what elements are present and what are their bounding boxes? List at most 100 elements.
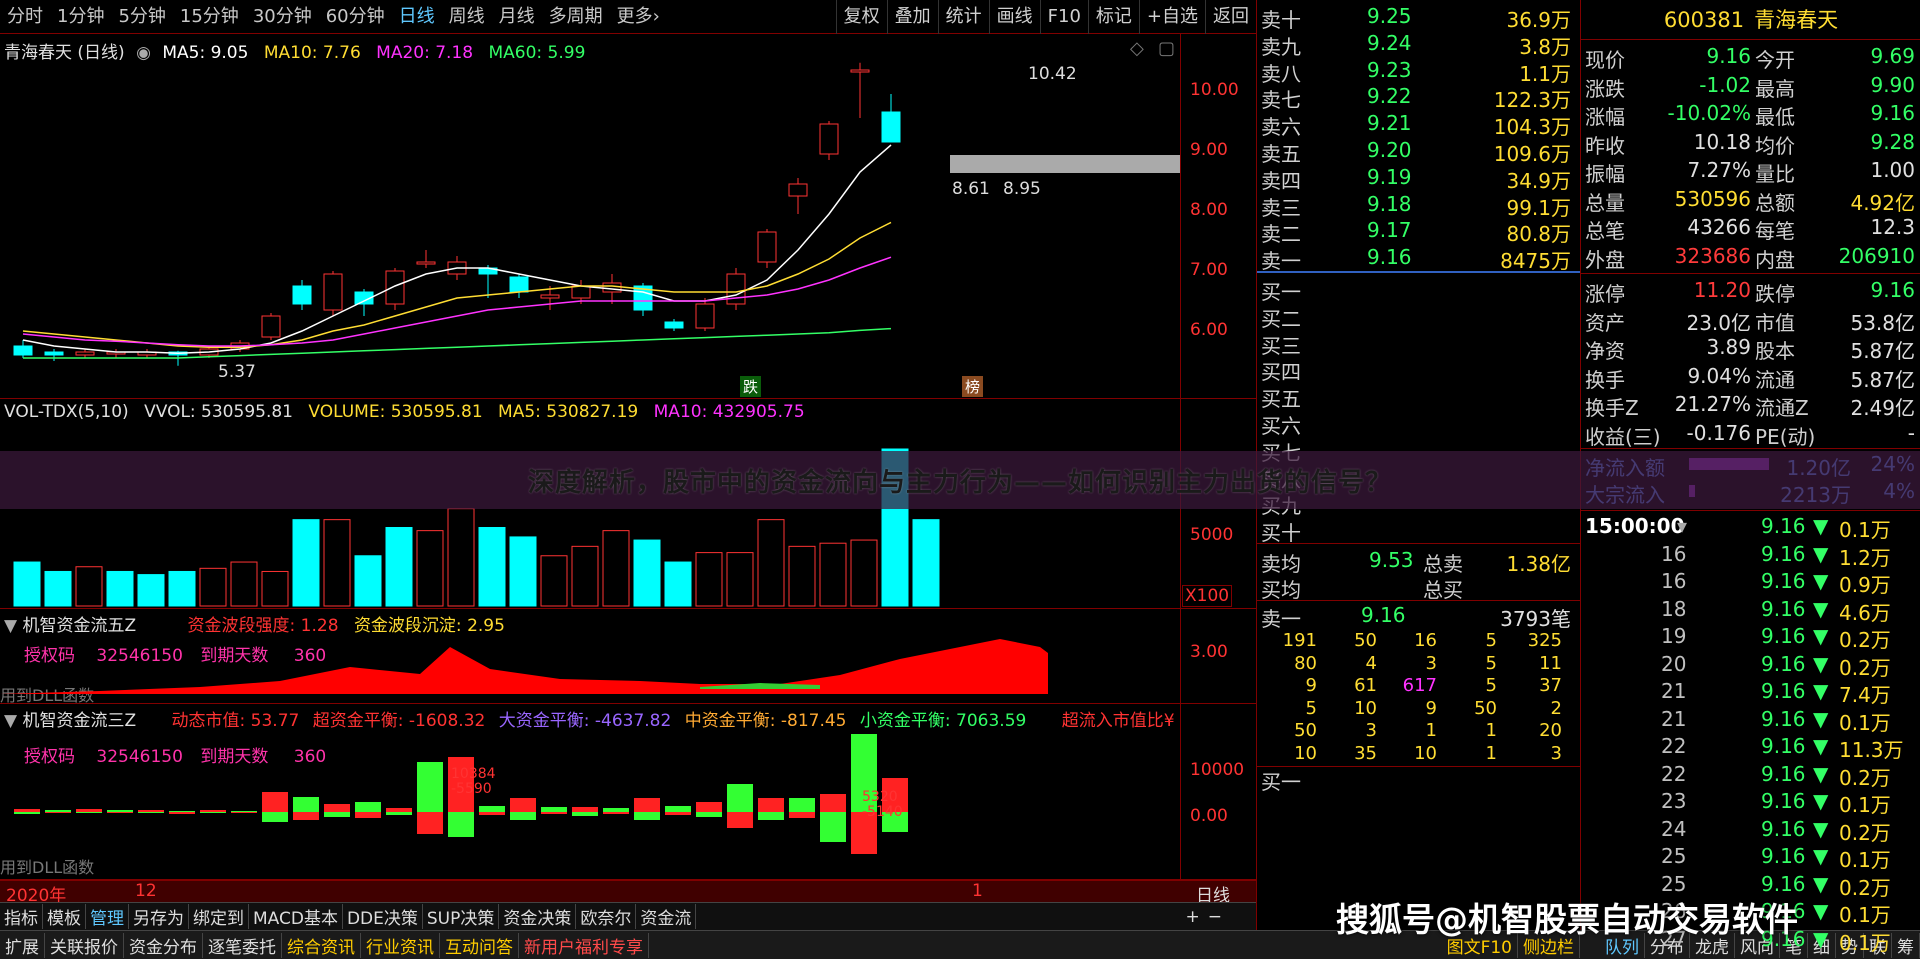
quote-value: 530596 bbox=[1674, 186, 1751, 211]
tab-qa[interactable]: 互动问答 bbox=[440, 932, 519, 958]
tick-row: 23 9.16 ▼ 0.1万 bbox=[1581, 789, 1920, 817]
limit-down-mark[interactable]: 跌 bbox=[740, 376, 762, 397]
tick-volume: 4.6万 bbox=[1839, 600, 1891, 625]
tab-15min[interactable]: 15分钟 bbox=[173, 0, 246, 34]
tab-fund-flow[interactable]: 资金流 bbox=[636, 904, 697, 929]
tab-30min[interactable]: 30分钟 bbox=[246, 0, 319, 34]
ask-row[interactable]: 卖一 9.16 8475万 bbox=[1257, 245, 1581, 274]
tick-row: 22 9.16 ▼ 0.2万 bbox=[1581, 762, 1920, 790]
ask-row[interactable]: 卖七 9.22 122.3万 bbox=[1257, 84, 1581, 112]
quote-key: 涨幅 bbox=[1585, 105, 1625, 129]
ask-volume: 3.8万 bbox=[1519, 34, 1571, 59]
down-arrow-icon: ▼ bbox=[1813, 624, 1829, 648]
quote-key: 最高 bbox=[1755, 76, 1795, 101]
back-button[interactable]: 返回 bbox=[1205, 0, 1256, 34]
draw-button[interactable]: 画线 bbox=[988, 0, 1040, 34]
tab-timeshare[interactable]: 分时 bbox=[0, 0, 50, 34]
bid-row[interactable]: 买一 bbox=[1257, 276, 1581, 304]
ask-row[interactable]: 卖三 9.18 99.1万 bbox=[1257, 192, 1581, 220]
bid-level-label: 买十 bbox=[1261, 521, 1301, 546]
queue-cell: 10 bbox=[1354, 697, 1377, 719]
quote-value: 5.87亿 bbox=[1850, 339, 1915, 363]
tab-news[interactable]: 综合资讯 bbox=[282, 932, 361, 958]
quote-value: -10.02% bbox=[1667, 101, 1751, 125]
bid-row[interactable]: 买四 bbox=[1257, 356, 1581, 384]
tab-expand[interactable]: 扩展 bbox=[0, 932, 45, 958]
tab-1min[interactable]: 1分钟 bbox=[50, 0, 111, 34]
overlay-button[interactable]: 叠加 bbox=[886, 0, 938, 34]
fund-flow-five-panel[interactable]: ▼ 机智资金流五Z 资金波段强度: 1.28 资金波段沉淀: 2.95 授权码 … bbox=[0, 609, 1256, 705]
tab-bind-to[interactable]: 绑定到 bbox=[189, 904, 249, 929]
zoom-in-icon[interactable]: + bbox=[1182, 907, 1204, 927]
bid-level-label: 买二 bbox=[1261, 306, 1301, 331]
tick-price: 9.16 bbox=[1761, 624, 1806, 648]
adjust-button[interactable]: 复权 bbox=[835, 0, 887, 34]
bid-row[interactable]: 买三 bbox=[1257, 330, 1581, 358]
tab-5min[interactable]: 5分钟 bbox=[111, 0, 172, 34]
tab-monthly[interactable]: 月线 bbox=[492, 0, 542, 34]
tick-time: 25 bbox=[1661, 871, 1687, 896]
tick-price: 9.16 bbox=[1761, 596, 1806, 621]
bid-row[interactable]: 买二 bbox=[1257, 303, 1581, 331]
tab-multi-period[interactable]: 多周期 bbox=[542, 0, 610, 34]
tab-60min[interactable]: 60分钟 bbox=[319, 0, 392, 34]
ask-price: 9.23 bbox=[1367, 57, 1412, 82]
tab-template[interactable]: 模板 bbox=[43, 904, 86, 929]
ask-row[interactable]: 卖八 9.23 1.1万 bbox=[1257, 57, 1581, 86]
ask-row[interactable]: 卖六 9.21 104.3万 bbox=[1257, 111, 1581, 140]
tab-daily[interactable]: 日线 bbox=[392, 0, 442, 34]
tab-weekly[interactable]: 周线 bbox=[442, 0, 492, 34]
ask-level-label: 卖六 bbox=[1261, 115, 1301, 140]
quote-value: 21.27% bbox=[1674, 392, 1751, 416]
tab-sup[interactable]: SUP决策 bbox=[423, 904, 500, 929]
tick-time: 21 bbox=[1661, 679, 1687, 703]
tick-volume: 0.2万 bbox=[1839, 875, 1891, 900]
ask-row[interactable]: 卖九 9.24 3.8万 bbox=[1257, 31, 1581, 59]
dragon-list-mark[interactable]: 榜 bbox=[962, 376, 984, 397]
quote-key: 流通Z bbox=[1755, 396, 1809, 420]
bid-row[interactable]: 买五 bbox=[1257, 383, 1581, 411]
tab-oneil[interactable]: 欧奈尔 bbox=[576, 904, 637, 929]
tab-more[interactable]: 更多› bbox=[610, 0, 667, 34]
ask-row[interactable]: 卖十 9.25 36.9万 bbox=[1257, 4, 1581, 32]
tab-indicator[interactable]: 指标 bbox=[0, 904, 43, 929]
tab-manage[interactable]: 管理 bbox=[86, 904, 129, 929]
tab-related-quotes[interactable]: 关联报价 bbox=[45, 932, 124, 958]
stats-button[interactable]: 统计 bbox=[937, 0, 989, 34]
ask-row[interactable]: 卖五 9.20 109.6万 bbox=[1257, 138, 1581, 166]
tab-order-detail[interactable]: 逐笔委托 bbox=[203, 932, 282, 958]
queue-cell: 50 bbox=[1474, 697, 1497, 719]
quote-value: 9.16 bbox=[1706, 44, 1751, 68]
candlestick-panel[interactable]: 青海春天 (日线) ◉ MA5: 9.05 MA10: 7.76 MA20: 7… bbox=[0, 34, 1256, 399]
tick-volume: 0.1万 bbox=[1839, 793, 1891, 817]
queue-cell: 11 bbox=[1539, 652, 1562, 674]
indicator-tabbar: 指标 模板 管理 另存为 绑定到 MACD基本 DDE决策 SUP决策 资金决策… bbox=[0, 902, 1256, 930]
quote-value: 9.90 bbox=[1870, 72, 1915, 97]
tab-industry-news[interactable]: 行业资讯 bbox=[361, 932, 440, 958]
tab-save-as[interactable]: 另存为 bbox=[129, 904, 189, 929]
tab-new-user[interactable]: 新用户福利专享 bbox=[519, 932, 649, 958]
ask-price: 9.21 bbox=[1367, 111, 1412, 136]
tab-fund-decision[interactable]: 资金决策 bbox=[499, 904, 577, 929]
add-watchlist-button[interactable]: +自选 bbox=[1138, 0, 1205, 34]
tick-volume: 1.2万 bbox=[1839, 545, 1891, 570]
mark-button[interactable]: 标记 bbox=[1087, 0, 1139, 34]
fund-flow-three-panel[interactable]: ▼ 机智资金流三Z 动态市值: 53.77 超资金平衡: -1608.32 大资… bbox=[0, 704, 1256, 880]
ask-row[interactable]: 卖二 9.17 80.8万 bbox=[1257, 218, 1581, 246]
quote-key: 收益(三) bbox=[1585, 424, 1661, 449]
tab-fund-distribution[interactable]: 资金分布 bbox=[124, 932, 203, 958]
ask-row[interactable]: 卖四 9.19 34.9万 bbox=[1257, 165, 1581, 193]
zoom-out-icon[interactable]: − bbox=[1204, 907, 1226, 927]
tick-time: 19 bbox=[1661, 624, 1687, 648]
queue-count: 3793笔 bbox=[1500, 607, 1571, 631]
bid-row[interactable]: 买六 bbox=[1257, 410, 1581, 438]
spread-divider bbox=[1257, 271, 1581, 273]
queue-cell: 16 bbox=[1414, 630, 1437, 651]
tab-macd[interactable]: MACD基本 bbox=[249, 904, 343, 929]
ask-level-label: 卖一 bbox=[1261, 249, 1301, 274]
bar-label-4: -5140 bbox=[862, 804, 903, 820]
tab-dde[interactable]: DDE决策 bbox=[343, 904, 423, 929]
f10-button[interactable]: F10 bbox=[1039, 0, 1088, 34]
bid-row[interactable]: 买十 bbox=[1257, 517, 1581, 546]
tick-price: 9.16 bbox=[1761, 761, 1806, 786]
